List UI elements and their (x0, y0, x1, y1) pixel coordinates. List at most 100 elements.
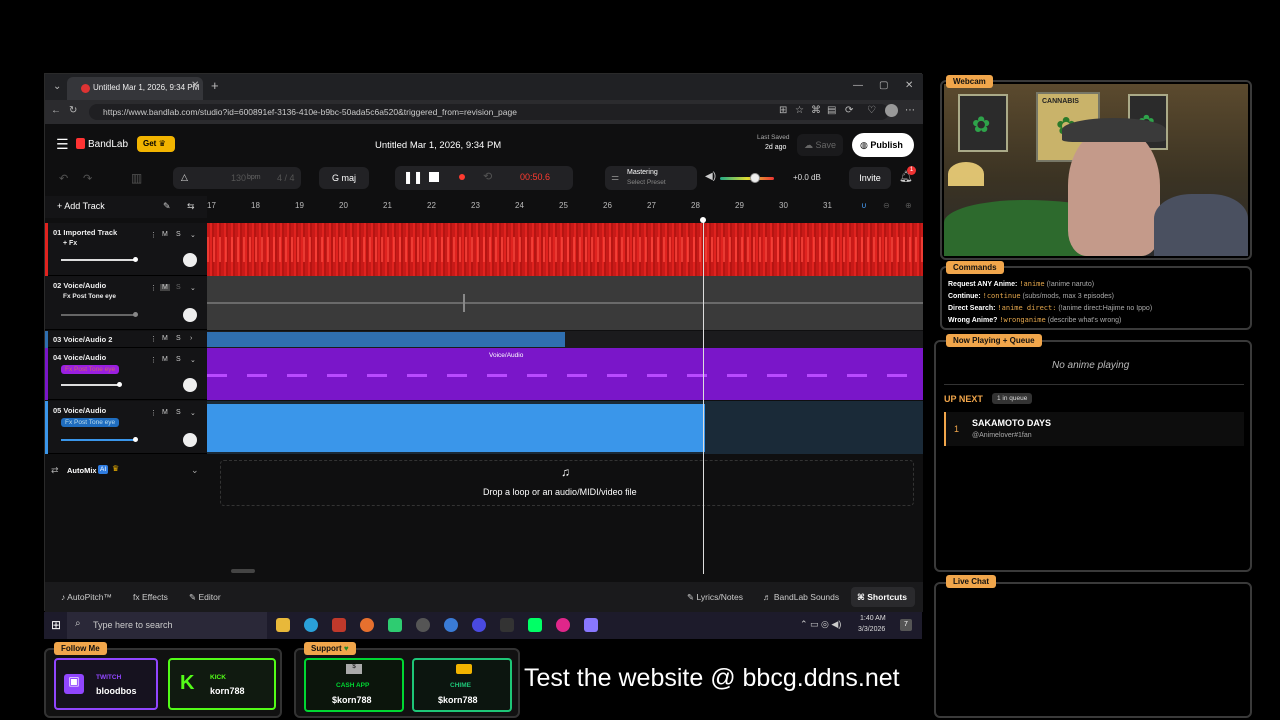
fx-chain-label[interactable]: Fx Post Tone eye (61, 418, 120, 427)
track-header-3[interactable]: 03 Voice/Audio 2 ⋮ M S › (45, 331, 207, 348)
invite-button[interactable]: Invite (849, 167, 891, 189)
browser-menu-icon[interactable]: ⋯ (905, 105, 915, 116)
track-header-5[interactable]: 05 Voice/Audio Fx Post Tone eye ⋮ M S ⌄ (45, 401, 207, 454)
voicemeeter-icon[interactable] (332, 618, 346, 632)
window-close-icon[interactable]: ✕ (905, 80, 913, 91)
track-header-2[interactable]: 02 Voice/Audio Fx Post Tone eye ⋮ M S ⌄ (45, 276, 207, 330)
stop-icon[interactable] (429, 172, 439, 182)
expand-icon[interactable]: ⌄ (190, 409, 196, 417)
track-name[interactable]: 01 Imported Track (53, 228, 117, 237)
tray-chevron-icon[interactable]: ⌃ ▭ ◎ ◀) (800, 619, 841, 630)
publish-button[interactable]: ◍ Publish (852, 133, 914, 157)
key-selector[interactable]: G maj (319, 167, 369, 189)
track-volume-slider[interactable] (61, 437, 138, 442)
mastering-selector[interactable]: ⚌ Mastering Select Preset (605, 166, 697, 190)
track-lane-2[interactable] (207, 276, 923, 330)
track-menu-icon[interactable]: ⋮ (150, 335, 157, 343)
extensions-icon[interactable]: ⟳ (845, 105, 853, 116)
hamburger-menu-icon[interactable]: ☰ (56, 136, 69, 153)
fx-chain-label[interactable]: Fx Post Tone eye (63, 293, 116, 300)
fx-chain-label[interactable]: Fx Post Tone eye (61, 365, 120, 374)
obs-icon[interactable] (416, 618, 430, 632)
windows-start-icon[interactable]: ⊞ (51, 618, 61, 632)
editor-button[interactable]: ✎ Editor (189, 592, 221, 603)
track-name[interactable]: 04 Voice/Audio (53, 353, 106, 362)
track-header-1[interactable]: 01 Imported Track + Fx ⋮ M S ⌄ (45, 223, 207, 276)
spreadsheet-icon[interactable] (528, 618, 542, 632)
track-name[interactable]: 05 Voice/Audio (53, 406, 106, 415)
mixer-icon[interactable]: ▥ (131, 171, 142, 185)
pan-knob[interactable] (183, 378, 197, 392)
redo-icon[interactable]: ↷ (83, 172, 92, 185)
edge-browser-icon[interactable] (304, 618, 318, 632)
track-name[interactable]: 02 Voice/Audio (53, 281, 106, 290)
browser-tab[interactable]: Untitled Mar 1, 2026, 9:34 PM (67, 77, 203, 100)
back-icon[interactable]: ← (51, 105, 61, 116)
pan-knob[interactable] (183, 433, 197, 447)
track-lane-3[interactable] (207, 331, 923, 348)
clock-date[interactable]: 3/3/2026 (858, 626, 885, 633)
bookmark-star-icon[interactable]: ☆ (795, 105, 804, 116)
undo-icon[interactable]: ↶ (59, 172, 68, 185)
track-header-4[interactable]: 04 Voice/Audio Fx Post Tone eye ⋮ M S ⌄ (45, 348, 207, 400)
apps-icon[interactable]: ⊞ (779, 105, 787, 116)
save-button[interactable]: ☁ Save (797, 134, 843, 156)
zoom-in-icon[interactable]: ⊕ (905, 201, 912, 210)
expand-icon[interactable]: ⌄ (190, 231, 196, 239)
pencil-tool-icon[interactable]: ✎ (163, 201, 171, 212)
vpn-icon[interactable] (584, 618, 598, 632)
magnet-icon[interactable]: ∪ (861, 201, 867, 210)
solo-button[interactable]: S (176, 284, 181, 291)
split-tool-icon[interactable]: ⇆ (187, 201, 195, 212)
app-icon[interactable] (444, 618, 458, 632)
music-app-icon[interactable] (556, 618, 570, 632)
pan-knob[interactable] (183, 253, 197, 267)
taskbar-search[interactable]: ⌕ Type here to search (67, 612, 267, 639)
minimize-icon[interactable]: — (853, 80, 863, 91)
cmd-icon[interactable] (500, 618, 514, 632)
mute-button[interactable]: M (162, 356, 168, 363)
effects-button[interactable]: fx Effects (133, 592, 168, 602)
media-player-icon[interactable] (472, 618, 486, 632)
expand-icon[interactable]: ⌄ (190, 284, 196, 292)
collections-icon[interactable]: ▤ (827, 105, 836, 116)
mute-button[interactable]: M (162, 231, 168, 238)
shortcuts-button[interactable]: ⌘ Shortcuts (851, 587, 915, 607)
reload-icon[interactable]: ↻ (69, 105, 77, 116)
volume-slider-handle[interactable] (750, 173, 760, 183)
track-volume-slider[interactable] (61, 382, 122, 387)
file-explorer-icon[interactable] (276, 618, 290, 632)
solo-button[interactable]: S (176, 409, 181, 416)
metronome-icon[interactable]: △ (181, 172, 188, 183)
mute-button[interactable]: M (162, 409, 168, 416)
track-volume-slider[interactable] (61, 257, 138, 262)
tab-close-icon[interactable]: ✕ (191, 80, 199, 91)
lyrics-notes-button[interactable]: ✎ Lyrics/Notes (687, 592, 743, 603)
pan-knob[interactable] (183, 308, 197, 322)
url-field[interactable]: https://www.bandlab.com/studio?id=600891… (89, 104, 889, 120)
tab-list-icon[interactable]: ⌄ (53, 81, 61, 92)
bandlab-sounds-button[interactable]: ♬ BandLab Sounds (763, 592, 839, 602)
project-title[interactable]: Untitled Mar 1, 2026, 9:34 PM (375, 140, 501, 151)
pause-icon[interactable]: ❚❚ (403, 170, 423, 184)
track-menu-icon[interactable]: ⋮ (150, 409, 157, 417)
automix-row[interactable]: ⇄ AutoMix AI ♛ ⌄ (45, 461, 207, 481)
track-name[interactable]: 03 Voice/Audio 2 (53, 335, 112, 344)
notification-center-icon[interactable]: 7 (900, 619, 912, 631)
loop-icon[interactable]: ⟲ (483, 170, 492, 183)
bpm-value[interactable]: 130 (231, 173, 246, 183)
track-menu-icon[interactable]: ⋮ (150, 284, 157, 292)
playhead[interactable] (703, 218, 704, 574)
favorites-icon[interactable]: ⌘ (811, 105, 821, 116)
expand-icon[interactable]: ⌄ (190, 356, 196, 364)
record-icon[interactable] (459, 174, 465, 180)
clock-time[interactable]: 1:40 AM (860, 615, 886, 622)
recording-clip[interactable] (207, 404, 705, 452)
profile-avatar[interactable] (885, 104, 898, 117)
get-membership-button[interactable]: Get ♛ (137, 136, 175, 152)
new-tab-icon[interactable]: + (211, 78, 219, 93)
time-signature[interactable]: 4 / 4 (277, 173, 295, 183)
chime-card[interactable]: CHIME $korn788 (412, 658, 512, 712)
volume-icon[interactable]: ◀) (705, 171, 716, 182)
maximize-icon[interactable]: ▢ (879, 80, 888, 91)
